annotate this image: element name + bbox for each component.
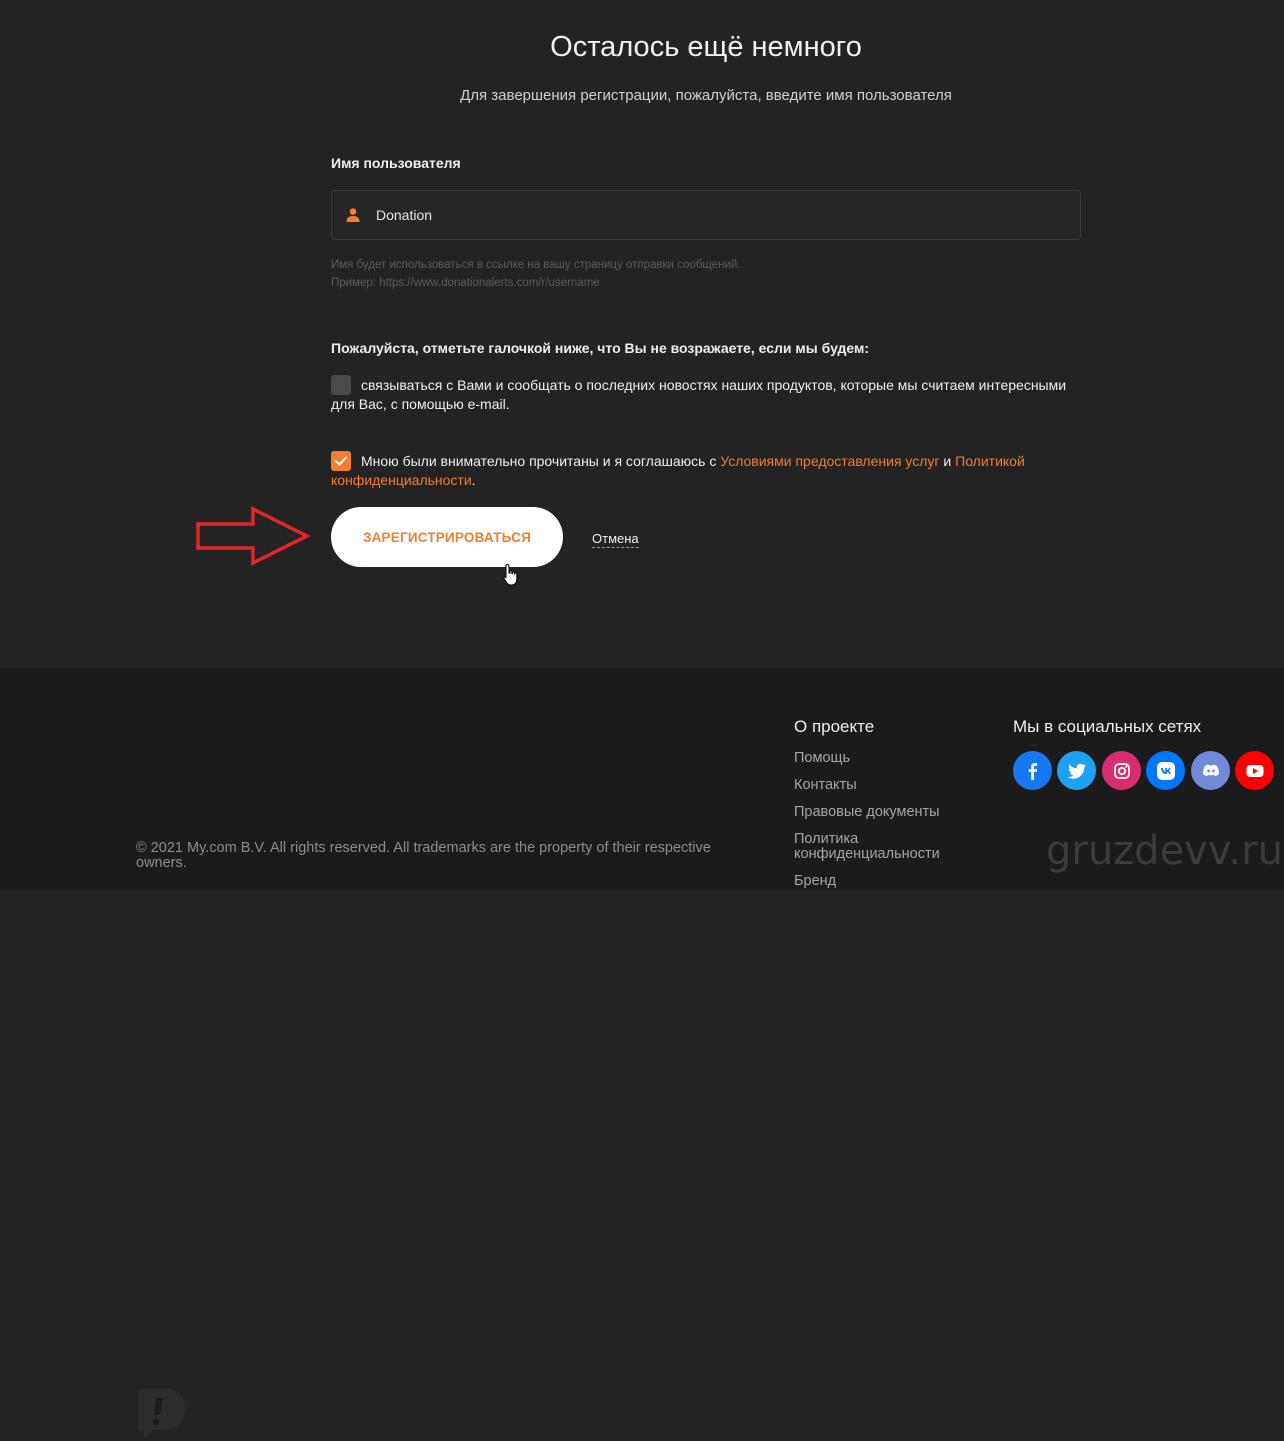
- instagram-icon: [1113, 762, 1130, 779]
- newsletter-label: связываться с Вами и сообщать о последни…: [331, 377, 1067, 412]
- footer: © 2021 My.com B.V. All rights reserved. …: [0, 668, 1284, 1439]
- consent-title: Пожалуйста, отметьте галочкой ниже, что …: [331, 340, 870, 356]
- about-title: О проекте: [794, 717, 875, 736]
- discord-icon: [1202, 764, 1219, 776]
- page-subtitle: Для завершения регистрации, пожалуйста, …: [460, 87, 952, 104]
- username-field[interactable]: [331, 190, 1081, 240]
- facebook-icon: [1028, 762, 1037, 780]
- page-title: Осталось ещё немного: [550, 31, 862, 63]
- cancel-link[interactable]: Отмена: [592, 531, 639, 548]
- facebook-button[interactable]: [1013, 751, 1052, 790]
- discord-button[interactable]: [1191, 751, 1230, 790]
- register-button[interactable]: ЗАРЕГИСТРИРОВАТЬСЯ: [331, 507, 563, 567]
- footer-link-help[interactable]: Помощь: [794, 751, 974, 766]
- user-icon: [346, 208, 360, 222]
- hint-line-1: Имя будет использоваться в ссылке на ваш…: [331, 259, 741, 271]
- footer-link-legal[interactable]: Правовые документы: [794, 805, 974, 820]
- red-arrow-annotation: [196, 506, 311, 566]
- twitter-button[interactable]: [1057, 751, 1096, 790]
- footer-link-brand[interactable]: Бренд: [794, 874, 974, 889]
- username-input[interactable]: [376, 191, 1056, 239]
- youtube-icon: [1246, 764, 1263, 777]
- terms-link[interactable]: Условиями предоставления услуг: [720, 453, 939, 469]
- instagram-button[interactable]: [1102, 751, 1141, 790]
- registration-page: Осталось ещё немного Для завершения реги…: [0, 0, 1284, 668]
- donationalerts-logo: [138, 1389, 185, 1439]
- youtube-button[interactable]: [1235, 751, 1274, 790]
- vk-icon: [1156, 761, 1175, 780]
- terms-suffix: .: [471, 472, 476, 488]
- hand-cursor-icon: [503, 563, 518, 586]
- terms-label: Мною были внимательно прочитаны и я согл…: [331, 452, 1076, 490]
- vk-button[interactable]: [1146, 751, 1185, 790]
- terms-and: и: [939, 453, 956, 469]
- hint-line-2: Пример: https://www.donationalerts.com/r…: [331, 277, 600, 289]
- twitter-icon: [1066, 763, 1086, 779]
- terms-prefix: Мною были внимательно прочитаны и я согл…: [361, 453, 721, 469]
- username-hint: Имя будет использоваться в ссылке на ваш…: [331, 256, 741, 292]
- footer-link-privacy[interactable]: Политика конфиденциальности: [794, 832, 974, 862]
- username-label: Имя пользователя: [331, 155, 461, 171]
- footer-link-contacts[interactable]: Контакты: [794, 778, 974, 793]
- watermark: gruzdevv.ru: [1046, 828, 1283, 874]
- social-title: Мы в социальных сетях: [1013, 717, 1202, 736]
- copyright-text: © 2021 My.com B.V. All rights reserved. …: [136, 840, 711, 871]
